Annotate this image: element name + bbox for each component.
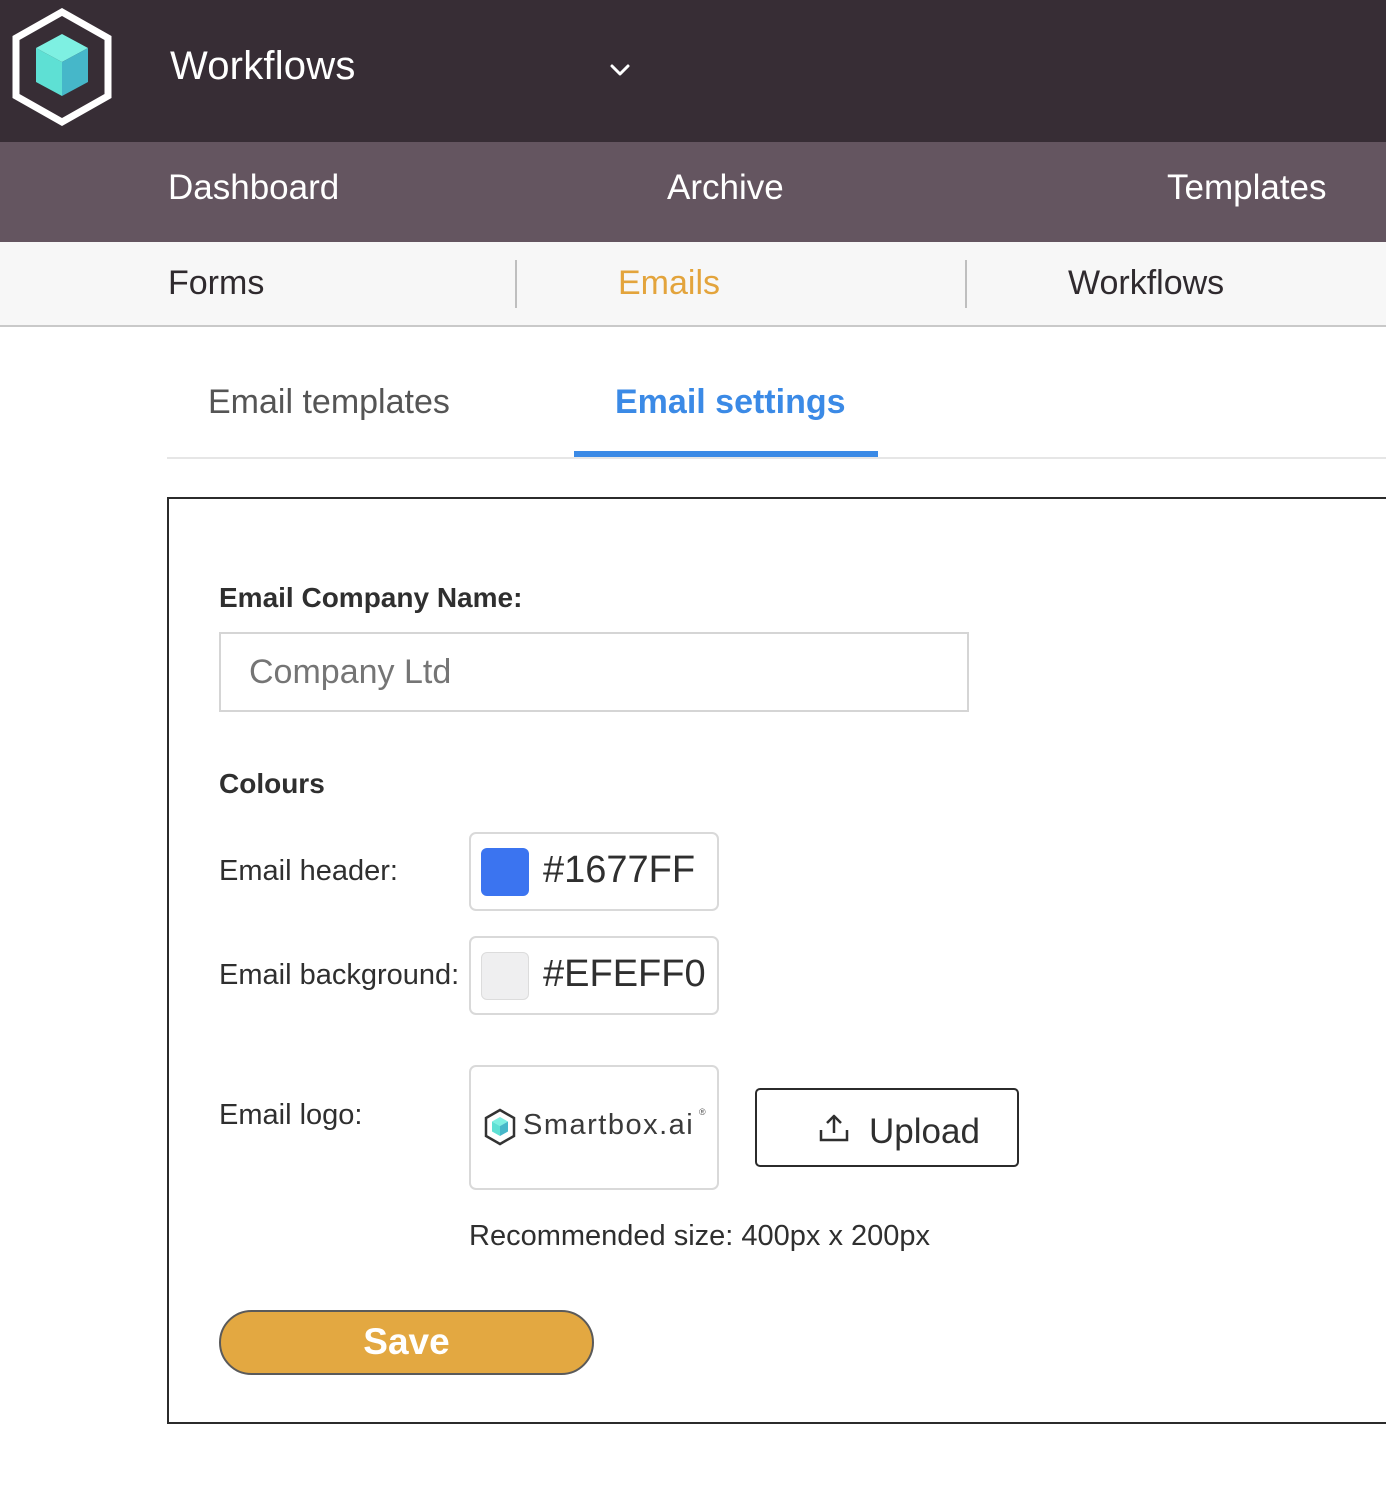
cube-hexagon-logo-icon[interactable] xyxy=(8,8,116,126)
active-tab-indicator xyxy=(574,451,878,457)
email-background-color-value: #EFEFF0 xyxy=(543,953,706,995)
email-header-label: Email header: xyxy=(219,855,398,887)
colours-heading: Colours xyxy=(219,768,325,799)
upload-icon xyxy=(819,1114,849,1142)
tab-email-templates[interactable]: Email templates xyxy=(208,383,450,422)
save-button-label: Save xyxy=(363,1321,450,1362)
logo-wordmark: Smartbox.ai xyxy=(523,1109,695,1141)
tab-email-settings[interactable]: Email settings xyxy=(615,383,846,422)
subnav-item-forms[interactable]: Forms xyxy=(168,264,264,303)
subnav-item-emails[interactable]: Emails xyxy=(618,264,720,303)
email-header-color-value: #1677FF xyxy=(543,849,696,891)
email-tabs: Email templates Email settings xyxy=(167,327,1386,459)
email-header-color-picker[interactable]: #1677FF xyxy=(469,832,719,911)
divider xyxy=(515,260,517,308)
nav-item-archive[interactable]: Archive xyxy=(667,168,784,208)
registered-mark: ® xyxy=(699,1107,706,1117)
upload-button-label: Upload xyxy=(869,1112,980,1151)
color-swatch xyxy=(481,952,529,1000)
company-name-input[interactable] xyxy=(219,632,969,712)
company-name-label: Email Company Name: xyxy=(219,582,523,613)
main-nav: Dashboard Archive Templates xyxy=(0,142,1386,242)
nav-item-dashboard[interactable]: Dashboard xyxy=(168,168,339,208)
app-header: Workflows xyxy=(0,0,1386,142)
subnav-item-workflows[interactable]: Workflows xyxy=(1068,264,1224,303)
color-swatch xyxy=(481,848,529,896)
nav-item-templates[interactable]: Templates xyxy=(1167,168,1327,208)
divider xyxy=(965,260,967,308)
email-background-color-picker[interactable]: #EFEFF0 xyxy=(469,936,719,1015)
sub-nav: Forms Emails Workflows xyxy=(0,242,1386,327)
chevron-down-icon[interactable] xyxy=(604,54,636,86)
email-logo-preview: Smartbox.ai ® xyxy=(469,1065,719,1190)
logo-size-hint: Recommended size: 400px x 200px xyxy=(469,1220,931,1252)
email-background-label: Email background: xyxy=(219,959,460,991)
cube-logo-icon xyxy=(484,1108,516,1146)
email-logo-label: Email logo: xyxy=(219,1099,363,1131)
app-title: Workflows xyxy=(170,44,356,88)
save-button[interactable]: Save xyxy=(219,1310,594,1375)
upload-button[interactable]: Upload xyxy=(755,1088,1019,1167)
